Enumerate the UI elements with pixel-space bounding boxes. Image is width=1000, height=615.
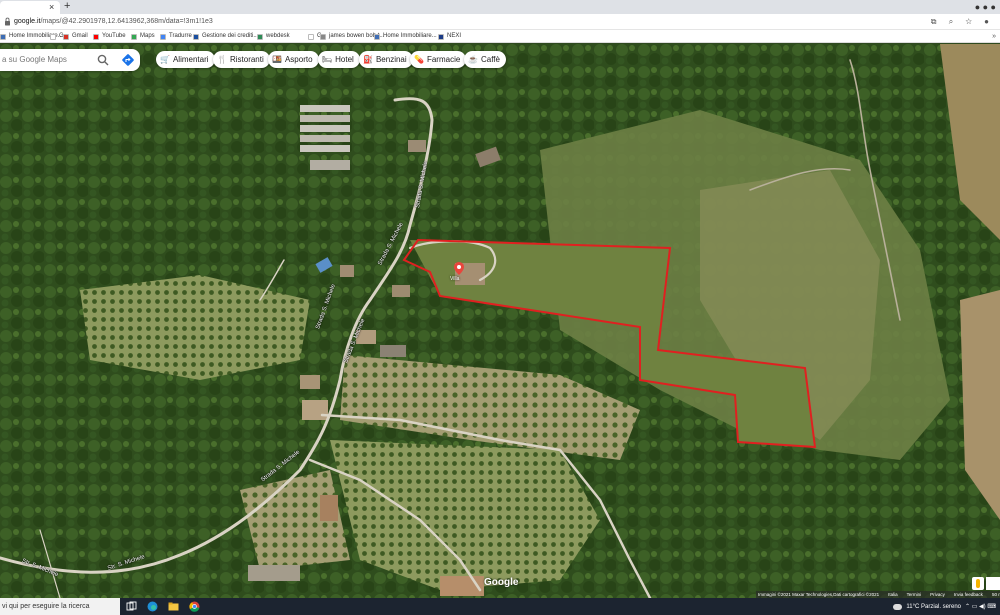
bookmark-label: Maps: [140, 33, 155, 39]
chip-label: Alimentari: [172, 55, 209, 64]
chip-caff[interactable]: ☕ Caffè: [464, 51, 506, 68]
bookmark-label: YouTube: [102, 33, 126, 39]
bookmark-icon: [50, 33, 56, 40]
bookmark-icon: [257, 33, 263, 40]
satellite-map[interactable]: [0, 44, 1000, 598]
bookmarks-overflow-button[interactable]: »: [992, 32, 996, 41]
bookmarks-bar: Home Immobiliare... G Gmail YouTube Maps Trad…: [0, 30, 1000, 43]
chip-label: Caffè: [480, 55, 500, 64]
bookmark-icon: [193, 33, 199, 40]
bookmark-label: webdesk: [266, 33, 290, 39]
bookmark-label: Gmail: [72, 33, 88, 39]
chip-ristoranti[interactable]: 🍴 Ristoranti: [213, 51, 270, 68]
chip-icon: ⛽: [363, 55, 373, 64]
address-bar[interactable]: google.it/maps/@42.2901978,12.6413962,36…: [0, 14, 1000, 30]
url-path: /maps/@42.2901978,12.6413962,368m/data=!…: [40, 18, 213, 25]
bookmark-item[interactable]: G: [50, 32, 64, 41]
search-input[interactable]: a su Google Maps: [2, 49, 67, 71]
bookmark-icon: [374, 33, 380, 40]
bookmark-icon: [160, 33, 166, 40]
chip-icon: 🛒: [160, 55, 170, 64]
bookmark-icon: [0, 33, 6, 40]
chip-label: Ristoranti: [229, 55, 264, 64]
bookmark-label: Home Immobiliare...: [383, 33, 437, 39]
bookmark-item[interactable]: webdesk: [257, 32, 290, 41]
chip-label: Benzinai: [375, 55, 407, 64]
marker-label: Villa: [450, 276, 460, 282]
bookmark-label: NEXI: [447, 33, 462, 39]
weather-icon: [893, 603, 903, 610]
task-view-icon[interactable]: [126, 601, 137, 612]
system-tray[interactable]: 11°C Parzial. sereno ⌃ ▭ ◀) ⌨: [893, 598, 996, 615]
google-logo: Google: [484, 577, 519, 588]
bookmark-icon: [63, 33, 69, 40]
bookmark-item[interactable]: Gestione dei crediti...: [193, 32, 258, 41]
location-pin-icon[interactable]: [454, 262, 464, 275]
chip-icon: 🛏: [322, 55, 333, 64]
bookmark-label: Gestione dei crediti...: [202, 33, 259, 39]
layers-toggle[interactable]: [986, 577, 1000, 590]
chip-asporto[interactable]: 🍱 Asporto: [268, 51, 319, 68]
windows-taskbar: vi qui per eseguire la ricerca 11°C Parz…: [0, 598, 1000, 615]
window-controls[interactable]: ● ● ●: [975, 0, 996, 14]
address-bar-icons[interactable]: ⧉ ⌕ ☆ ●: [931, 15, 994, 29]
url-host: google.it: [14, 18, 41, 25]
directions-icon[interactable]: [121, 53, 135, 67]
screen: × + ● ● ● google.it/maps/@42.2901978,12.…: [0, 0, 1000, 615]
edge-icon[interactable]: [147, 601, 158, 612]
file-explorer-icon[interactable]: [168, 601, 179, 612]
taskbar-search-text[interactable]: vi qui per eseguire la ricerca: [2, 598, 90, 615]
chip-icon: ☕: [468, 55, 478, 64]
chip-icon: 🍴: [217, 55, 227, 64]
browser-tab[interactable]: ×: [0, 1, 60, 14]
bookmark-item[interactable]: Home Immobiliare...: [374, 32, 437, 41]
bookmark-item[interactable]: Gmail: [63, 32, 88, 41]
bookmark-item[interactable]: NEXI: [438, 32, 461, 41]
taskbar-search[interactable]: vi qui per eseguire la ricerca: [0, 598, 120, 615]
bookmark-icon: [131, 33, 137, 40]
chip-label: Hotel: [335, 55, 354, 64]
chip-benzinai[interactable]: ⛽ Benzinai: [359, 51, 413, 68]
chip-icon: 💊: [414, 55, 424, 64]
chip-hotel[interactable]: 🛏 Hotel: [318, 51, 360, 68]
chip-icon: 🍱: [272, 55, 282, 64]
bookmark-item[interactable]: YouTube: [93, 32, 126, 41]
satellite-imagery[interactable]: [0, 44, 1000, 598]
new-tab-button[interactable]: +: [64, 0, 70, 13]
tab-close-icon[interactable]: ×: [49, 1, 54, 14]
chip-farmacie[interactable]: 💊 Farmacie: [410, 51, 467, 68]
bookmark-icon: [308, 33, 314, 40]
maps-search-box[interactable]: a su Google Maps: [0, 49, 140, 71]
chip-label: Asporto: [284, 55, 313, 64]
tray-icons[interactable]: ⌃ ▭ ◀) ⌨: [965, 603, 996, 610]
bookmark-item[interactable]: Maps: [131, 32, 155, 41]
browser-tab-bar: × + ● ● ●: [0, 0, 1000, 14]
url-text[interactable]: google.it/maps/@42.2901978,12.6413962,36…: [14, 15, 213, 29]
search-icon[interactable]: [97, 54, 109, 66]
chrome-icon[interactable]: [189, 601, 200, 612]
bookmark-icon: [320, 33, 326, 40]
bookmark-icon: [93, 33, 99, 40]
chip-label: Farmacie: [426, 55, 461, 64]
weather-text[interactable]: 11°C Parzial. sereno: [906, 604, 961, 610]
bookmark-label: Tradurre: [169, 33, 192, 39]
bookmark-item[interactable]: Tradurre: [160, 32, 192, 41]
pegman-icon[interactable]: [972, 577, 984, 590]
lock-icon[interactable]: [4, 17, 11, 26]
bookmark-icon: [438, 33, 444, 40]
chip-alimentari[interactable]: 🛒 Alimentari: [156, 51, 215, 68]
